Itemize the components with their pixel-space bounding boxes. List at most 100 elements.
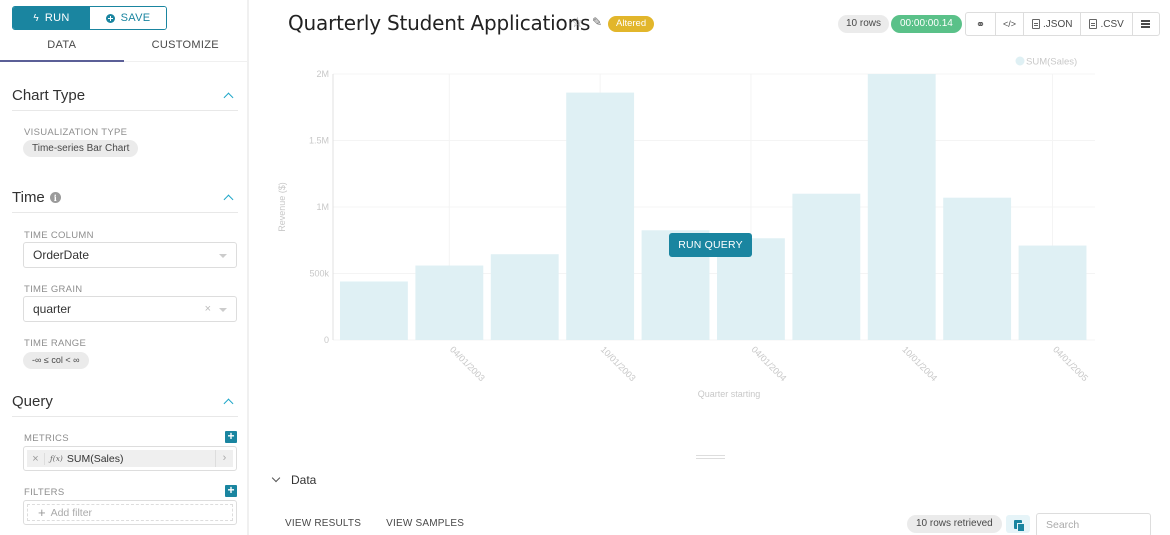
json-label: .JSON — [1043, 18, 1073, 30]
caret-down-icon — [219, 308, 227, 312]
remove-metric-icon[interactable]: × — [27, 452, 45, 465]
add-metric-button[interactable]: + — [225, 430, 237, 443]
y-tick-label: 1.5M — [309, 136, 329, 146]
data-panel-tabs: VIEW RESULTS VIEW SAMPLES — [285, 518, 464, 529]
section-header-time[interactable]: Time i — [12, 183, 238, 213]
csv-label: .CSV — [1100, 18, 1124, 30]
y-tick-label: 0 — [324, 335, 329, 345]
save-label: SAVE — [120, 12, 151, 24]
add-filter-placeholder: Add filter — [50, 506, 93, 519]
sidebar-tabs: DATA CUSTOMIZE — [0, 34, 247, 62]
add-filter-dropzone[interactable]: + Add filter — [27, 504, 233, 521]
time-column-value: OrderDate — [33, 248, 90, 262]
file-icon — [1089, 19, 1098, 29]
section-title: Time i — [12, 189, 61, 206]
info-icon[interactable]: i — [49, 192, 61, 203]
explore-view: ϟ RUN SAVE DATA CUSTOMIZE Chart Type VIS… — [0, 0, 1170, 535]
chevron-up-icon — [223, 398, 234, 409]
copy-to-clipboard-button[interactable] — [1006, 515, 1030, 533]
control-panel-sidebar: ϟ RUN SAVE DATA CUSTOMIZE Chart Type VIS… — [0, 0, 249, 535]
code-icon: </> — [1003, 19, 1017, 29]
time-column-select[interactable]: OrderDate — [23, 242, 237, 268]
legend: SUM(Sales) — [1015, 56, 1077, 68]
y-tick-label: 2M — [316, 69, 329, 79]
metric-value: SUM(Sales) — [66, 452, 124, 465]
resize-handle[interactable] — [696, 455, 725, 459]
export-csv-button[interactable]: .CSV — [1081, 13, 1133, 35]
clear-icon[interactable]: × — [205, 303, 211, 315]
tab-view-samples[interactable]: VIEW SAMPLES — [386, 518, 464, 529]
file-icon — [1032, 19, 1040, 29]
run-button[interactable]: ϟ RUN — [13, 7, 90, 29]
run-query-button[interactable]: RUN QUERY — [669, 233, 752, 257]
rows-retrieved-badge: 10 rows retrieved — [907, 515, 1002, 533]
more-menu-button[interactable] — [1133, 13, 1159, 35]
bolt-icon: ϟ — [33, 12, 39, 24]
section-title-text: Time — [12, 189, 45, 206]
star-icon[interactable]: ☆ — [571, 14, 584, 31]
tab-view-results[interactable]: VIEW RESULTS — [285, 518, 361, 529]
time-range-selector[interactable]: -∞ ≤ col < ∞ — [23, 352, 89, 369]
x-tick-label: 10/01/2004 — [900, 344, 939, 383]
section-title: Query — [12, 393, 53, 410]
copy-link-button[interactable]: ⚭ — [966, 13, 996, 35]
time-grain-label: TIME GRAIN — [24, 284, 83, 295]
x-tick-label: 04/01/2005 — [1051, 344, 1090, 383]
data-panel-toggle[interactable]: Data — [270, 473, 316, 487]
plus-circle-icon — [105, 13, 115, 23]
bar — [415, 265, 484, 340]
y-tick-label: 1M — [316, 202, 329, 212]
run-save-button-group: ϟ RUN SAVE — [12, 6, 167, 30]
bar — [566, 92, 635, 340]
chevron-down-icon — [271, 473, 281, 483]
bar — [943, 197, 1012, 340]
tab-customize[interactable]: CUSTOMIZE — [124, 34, 248, 61]
data-panel-title: Data — [291, 473, 317, 487]
run-label: RUN — [44, 12, 70, 24]
time-range-label: TIME RANGE — [24, 338, 87, 349]
visualization-type-label: VISUALIZATION TYPE — [24, 127, 128, 138]
chart-svg: 0 500k 1M 1.5M 2M 04/01/2003 10/01/2003 04/01/2… — [277, 56, 1095, 399]
filters-label: FILTERS — [24, 487, 65, 498]
chart-title[interactable]: Quarterly Student Applications — [288, 11, 590, 35]
visualization-type-selector[interactable]: Time-series Bar Chart — [23, 140, 139, 157]
bar — [340, 281, 408, 340]
plus-icon: + — [38, 505, 46, 520]
chart-actions-group: ⚭ </> .JSON .CSV — [965, 12, 1160, 36]
tab-data[interactable]: DATA — [0, 34, 124, 62]
query-timer-badge: 00:00:00.14 — [891, 15, 962, 33]
link-icon: ⚭ — [975, 18, 986, 31]
x-tick-label: 10/01/2003 — [599, 344, 638, 383]
metrics-label: METRICS — [24, 433, 69, 444]
legend-label: SUM(Sales) — [1026, 57, 1077, 68]
export-json-button[interactable]: .JSON — [1024, 13, 1082, 35]
save-button[interactable]: SAVE — [90, 7, 166, 29]
legend-swatch — [1015, 56, 1025, 66]
altered-badge[interactable]: Altered — [608, 16, 655, 32]
add-filter-button[interactable]: + — [225, 484, 237, 497]
row-count-badge: 10 rows — [838, 15, 890, 33]
chevron-right-icon[interactable]: › — [215, 450, 233, 467]
embed-code-button[interactable]: </> — [996, 13, 1024, 35]
y-tick-label: 500k — [309, 269, 329, 279]
y-axis-label: Revenue ($) — [277, 182, 287, 232]
copy-icon — [1014, 519, 1025, 532]
time-grain-value: quarter — [33, 302, 72, 316]
search-input[interactable] — [1036, 513, 1151, 535]
time-grain-select[interactable]: quarter × — [23, 296, 237, 322]
metric-chip[interactable]: × ƒ(x) SUM(Sales) › — [27, 450, 233, 467]
x-tick-label: 04/01/2003 — [448, 344, 487, 383]
bar — [792, 193, 861, 340]
bar — [490, 254, 559, 340]
function-icon: ƒ(x) — [50, 454, 63, 463]
filters-control: + Add filter — [23, 500, 237, 525]
edit-icon[interactable]: ✎ — [592, 15, 602, 29]
time-column-label: TIME COLUMN — [24, 230, 94, 241]
chevron-up-icon — [223, 194, 234, 205]
section-header-chart-type[interactable]: Chart Type — [12, 81, 238, 111]
x-axis-label: Quarter starting — [698, 389, 761, 399]
bar — [867, 74, 936, 340]
section-header-query[interactable]: Query — [12, 387, 238, 417]
section-title: Chart Type — [12, 87, 86, 104]
hamburger-icon — [1141, 23, 1151, 25]
